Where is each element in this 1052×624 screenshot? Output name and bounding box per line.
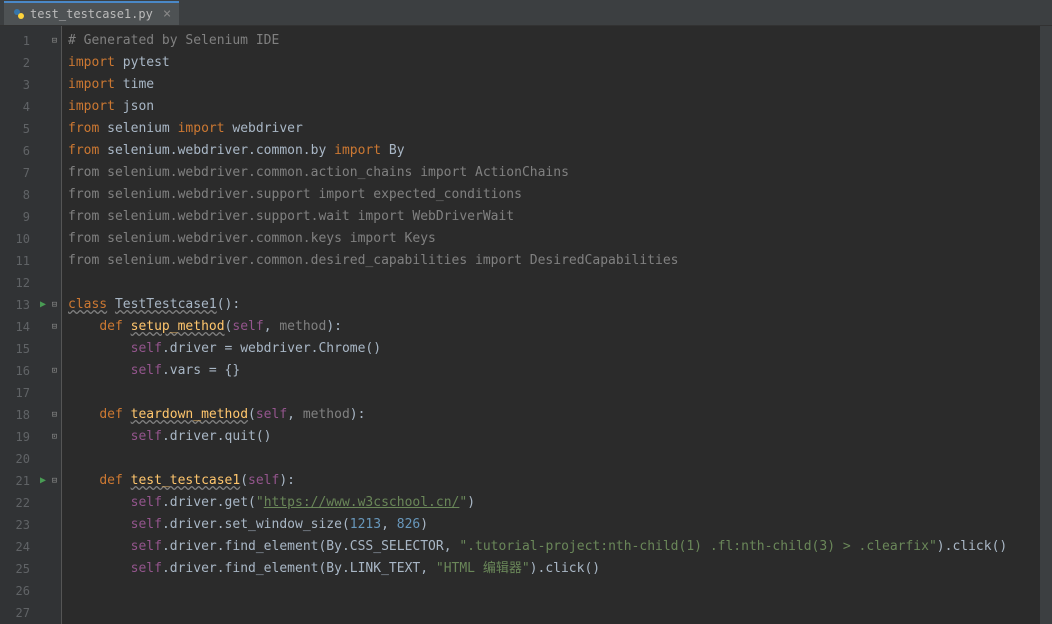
line-number[interactable]: 14: [0, 316, 48, 338]
line-number[interactable]: 23: [0, 514, 48, 536]
code-line[interactable]: self.driver.get("https://www.w3cschool.c…: [68, 492, 1052, 514]
line-number[interactable]: 5: [0, 118, 48, 140]
code-line[interactable]: from selenium.webdriver.common.desired_c…: [68, 250, 1052, 272]
line-number[interactable]: 19: [0, 426, 48, 448]
code-line[interactable]: from selenium.webdriver.common.by import…: [68, 140, 1052, 162]
code-line[interactable]: def test_testcase1(self):: [68, 470, 1052, 492]
code-line[interactable]: [68, 272, 1052, 294]
fold-marker[interactable]: [48, 206, 61, 228]
fold-marker[interactable]: [48, 118, 61, 140]
line-number[interactable]: 24: [0, 536, 48, 558]
tab-bar: test_testcase1.py ×: [0, 0, 1052, 26]
line-number[interactable]: 1: [0, 30, 48, 52]
fold-marker[interactable]: [48, 228, 61, 250]
fold-marker[interactable]: [48, 514, 61, 536]
fold-marker[interactable]: [48, 382, 61, 404]
line-number[interactable]: 2: [0, 52, 48, 74]
fold-marker[interactable]: [48, 580, 61, 602]
fold-marker[interactable]: ⊡: [48, 360, 61, 382]
line-number[interactable]: 25: [0, 558, 48, 580]
python-file-icon: [12, 7, 26, 21]
fold-marker[interactable]: [48, 338, 61, 360]
scrollbar[interactable]: [1040, 26, 1052, 624]
fold-marker[interactable]: ⊟: [48, 316, 61, 338]
code-line[interactable]: [68, 448, 1052, 470]
fold-marker[interactable]: [48, 162, 61, 184]
line-number[interactable]: 9: [0, 206, 48, 228]
code-line[interactable]: from selenium.webdriver.common.action_ch…: [68, 162, 1052, 184]
code-line[interactable]: def setup_method(self, method):: [68, 316, 1052, 338]
line-number[interactable]: 16: [0, 360, 48, 382]
file-tab[interactable]: test_testcase1.py ×: [4, 1, 179, 25]
fold-marker[interactable]: [48, 448, 61, 470]
line-number[interactable]: 4: [0, 96, 48, 118]
code-line[interactable]: from selenium.webdriver.common.keys impo…: [68, 228, 1052, 250]
code-line[interactable]: [68, 602, 1052, 624]
code-line[interactable]: class TestTestcase1():: [68, 294, 1052, 316]
fold-marker[interactable]: [48, 272, 61, 294]
code-line[interactable]: import time: [68, 74, 1052, 96]
tab-filename: test_testcase1.py: [30, 7, 153, 21]
code-line[interactable]: # Generated by Selenium IDE: [68, 30, 1052, 52]
fold-marker[interactable]: ⊟: [48, 30, 61, 52]
fold-marker[interactable]: [48, 96, 61, 118]
line-number[interactable]: 17: [0, 382, 48, 404]
code-line[interactable]: self.driver.quit(): [68, 426, 1052, 448]
fold-marker[interactable]: [48, 492, 61, 514]
line-number[interactable]: 20: [0, 448, 48, 470]
line-number[interactable]: 8: [0, 184, 48, 206]
line-number[interactable]: 3: [0, 74, 48, 96]
fold-marker[interactable]: [48, 184, 61, 206]
line-number[interactable]: 12: [0, 272, 48, 294]
fold-marker[interactable]: [48, 52, 61, 74]
fold-marker[interactable]: [48, 536, 61, 558]
line-number[interactable]: 10: [0, 228, 48, 250]
close-icon[interactable]: ×: [163, 6, 171, 22]
fold-marker[interactable]: [48, 602, 61, 624]
line-number[interactable]: 13: [0, 294, 48, 316]
line-number[interactable]: 27: [0, 602, 48, 624]
fold-marker[interactable]: [48, 250, 61, 272]
fold-marker[interactable]: ⊟: [48, 294, 61, 316]
code-line[interactable]: self.driver.find_element(By.LINK_TEXT, "…: [68, 558, 1052, 580]
code-line[interactable]: self.driver = webdriver.Chrome(): [68, 338, 1052, 360]
code-line[interactable]: self.vars = {}: [68, 360, 1052, 382]
code-line[interactable]: self.driver.set_window_size(1213, 826): [68, 514, 1052, 536]
line-number[interactable]: 11: [0, 250, 48, 272]
editor: 1234567891011121314151617181920212223242…: [0, 26, 1052, 624]
line-number[interactable]: 22: [0, 492, 48, 514]
code-line[interactable]: [68, 580, 1052, 602]
code-line[interactable]: from selenium.webdriver.support import e…: [68, 184, 1052, 206]
line-number[interactable]: 7: [0, 162, 48, 184]
code-line[interactable]: [68, 382, 1052, 404]
code-line[interactable]: from selenium.webdriver.support.wait imp…: [68, 206, 1052, 228]
fold-column[interactable]: ⊟⊟⊟⊡⊟⊡⊟: [48, 26, 62, 624]
fold-marker[interactable]: ⊡: [48, 426, 61, 448]
fold-marker[interactable]: [48, 140, 61, 162]
fold-marker[interactable]: ⊟: [48, 470, 61, 492]
code-line[interactable]: import pytest: [68, 52, 1052, 74]
line-number[interactable]: 21: [0, 470, 48, 492]
fold-marker[interactable]: [48, 74, 61, 96]
code-line[interactable]: from selenium import webdriver: [68, 118, 1052, 140]
line-number[interactable]: 18: [0, 404, 48, 426]
code-line[interactable]: self.driver.find_element(By.CSS_SELECTOR…: [68, 536, 1052, 558]
line-number[interactable]: 26: [0, 580, 48, 602]
code-area[interactable]: # Generated by Selenium IDEimport pytest…: [62, 26, 1052, 624]
line-number[interactable]: 15: [0, 338, 48, 360]
fold-marker[interactable]: [48, 558, 61, 580]
gutter[interactable]: 1234567891011121314151617181920212223242…: [0, 26, 48, 624]
code-line[interactable]: def teardown_method(self, method):: [68, 404, 1052, 426]
line-number[interactable]: 6: [0, 140, 48, 162]
code-line[interactable]: import json: [68, 96, 1052, 118]
fold-marker[interactable]: ⊟: [48, 404, 61, 426]
